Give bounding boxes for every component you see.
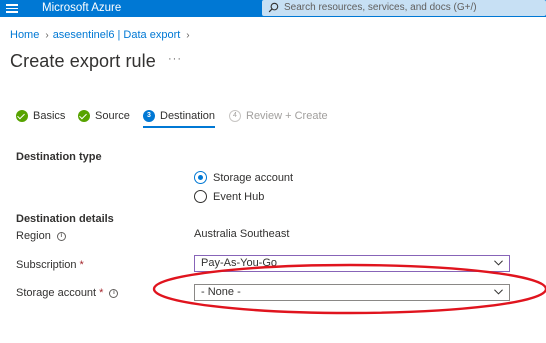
info-icon[interactable]: i (56, 231, 66, 241)
region-label-text: Region (16, 230, 51, 242)
destination-type-heading: Destination type (16, 151, 102, 163)
chevron-down-icon (494, 289, 503, 295)
page-title: Create export rule (10, 51, 156, 71)
subscription-label: Subscription * (16, 258, 84, 272)
breadcrumb-home-link[interactable]: Home (10, 29, 39, 41)
region-label: Region i (16, 229, 66, 243)
checkmark-icon (78, 110, 90, 122)
step-label: Source (95, 110, 130, 122)
chevron-right-icon: › (45, 30, 49, 41)
subscription-selected-value: Pay-As-You-Go (201, 257, 278, 269)
search-icon (268, 2, 279, 13)
checkmark-icon (16, 110, 28, 122)
subscription-dropdown[interactable]: Pay-As-You-Go (194, 255, 510, 272)
subscription-label-text: Subscription (16, 259, 77, 271)
step-label: Basics (33, 110, 66, 122)
breadcrumb-workspace-link[interactable]: asesentinel6 | Data export (53, 29, 181, 41)
step-label: Destination (160, 110, 216, 122)
region-value: Australia Southeast (194, 228, 290, 240)
radio-unselected-icon (194, 190, 207, 203)
radio-selected-icon (194, 171, 207, 184)
step-number-badge: 4 (229, 110, 241, 122)
storage-account-selected-value: - None - (201, 286, 241, 298)
chevron-down-icon (494, 260, 503, 266)
radio-label: Storage account (213, 172, 294, 184)
destination-details-heading: Destination details (16, 213, 114, 225)
global-search-input[interactable]: Search resources, services, and docs (G+… (262, 0, 546, 16)
storage-account-dropdown[interactable]: - None - (194, 284, 510, 301)
info-icon[interactable]: i (109, 288, 119, 298)
radio-label: Event Hub (213, 191, 265, 203)
step-number-badge: 3 (143, 110, 155, 122)
required-asterisk: * (99, 287, 104, 299)
search-placeholder: Search resources, services, and docs (G+… (284, 2, 477, 13)
more-options-icon[interactable]: ··· (168, 53, 182, 65)
hamburger-menu-icon[interactable] (6, 2, 20, 14)
required-asterisk: * (79, 259, 84, 271)
top-bar: Microsoft Azure Search resources, servic… (0, 0, 546, 17)
storage-account-label: Storage account * i (16, 286, 119, 300)
active-step-underline (143, 126, 215, 128)
breadcrumb: Home › asesentinel6 | Data export › (10, 28, 194, 43)
storage-account-label-text: Storage account (16, 287, 97, 299)
brand-title[interactable]: Microsoft Azure (42, 1, 121, 15)
chevron-right-icon: › (186, 30, 190, 41)
step-label: Review + Create (246, 110, 328, 122)
